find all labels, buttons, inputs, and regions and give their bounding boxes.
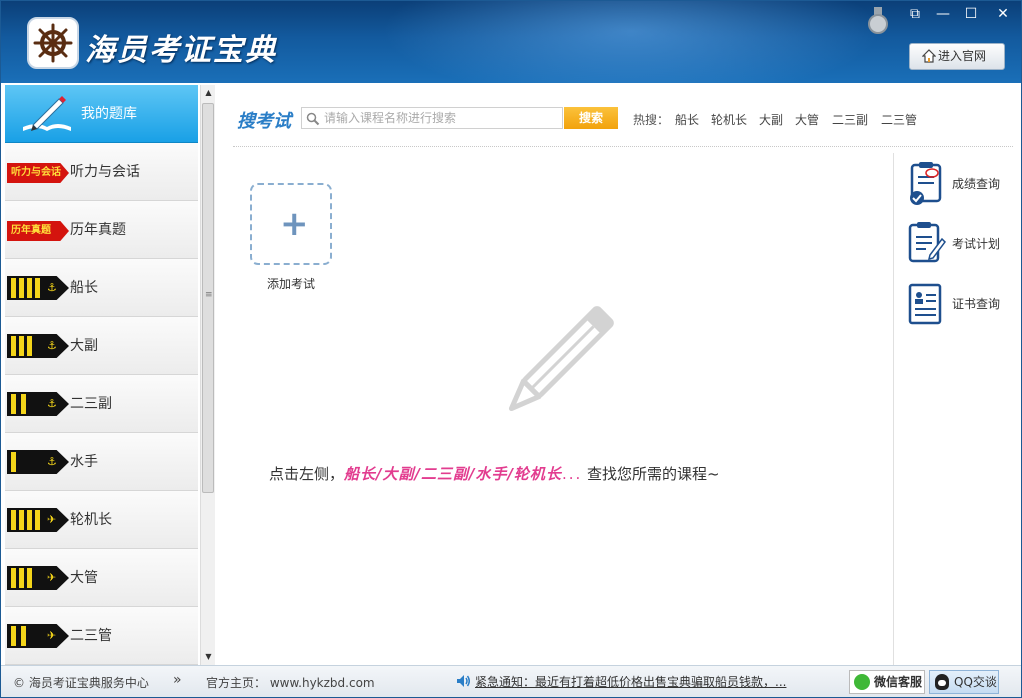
- app-title: 海员考证宝典: [85, 33, 277, 68]
- sidebar-item-label: 水手: [70, 454, 98, 470]
- visit-website-button[interactable]: 进入官网: [909, 43, 1005, 70]
- rank-2-stripes-anchor-icon: ⚓: [7, 392, 69, 416]
- sidebar-item-captain[interactable]: ⚓ 船长: [5, 259, 198, 317]
- add-exam-label: 添加考试: [267, 277, 316, 291]
- minimize-button[interactable]: —: [931, 5, 955, 23]
- plan-clipboard-icon: [908, 222, 946, 263]
- sidebar-item-chief-engineer[interactable]: ✈ 轮机长: [5, 491, 198, 549]
- speaker-icon: [457, 675, 470, 687]
- wechat-icon: [854, 674, 870, 690]
- rank-3-stripes-propeller-icon: ✈: [7, 566, 69, 590]
- hot-search-link[interactable]: 二三管: [881, 111, 917, 128]
- search-input[interactable]: [324, 109, 560, 127]
- hot-search-link[interactable]: 轮机长: [711, 111, 747, 128]
- scroll-up-arrow-icon[interactable]: ▲: [201, 85, 216, 101]
- certificate-icon: [908, 283, 942, 325]
- hint-suffix: 查找您所需的课程~: [587, 465, 720, 483]
- app-window: 海员考证宝典 ⧉ — ☐ ✕ 进入官网 我的题库 听力与会话 听力与会话 历年真…: [0, 0, 1022, 698]
- medal-icon[interactable]: [867, 7, 889, 35]
- exam-plan-button[interactable]: 考试计划: [908, 221, 1018, 269]
- hint-text: 点击左侧，船长/大副/二三副/水手/轮机长... 查找您所需的课程~: [269, 463, 720, 484]
- certificate-query-label: 证书查询: [952, 297, 1001, 311]
- maximize-button[interactable]: ☐: [959, 5, 983, 23]
- right-panel: 成绩查询 考试计划 证书查询: [893, 153, 1021, 665]
- grip-icon: ≡: [205, 290, 213, 300]
- hot-search-link[interactable]: 船长: [675, 111, 699, 128]
- sidebar-item-label: 船长: [70, 280, 98, 296]
- visit-website-label: 进入官网: [938, 49, 987, 63]
- homepage-link[interactable]: 官方主页： www.hykzbd.com: [206, 674, 375, 691]
- sidebar: 我的题库 听力与会话 听力与会话 历年真题 历年真题 ⚓ 船长 ⚓ 大副 ⚓ 二…: [5, 85, 198, 665]
- hot-search-link[interactable]: 大副: [759, 111, 783, 128]
- qq-icon: [935, 674, 949, 690]
- scroll-thumb[interactable]: ≡: [202, 103, 214, 493]
- home-icon: [922, 49, 936, 63]
- sidebar-item-label: 听力与会话: [70, 164, 140, 180]
- score-query-button[interactable]: 成绩查询: [908, 161, 1018, 209]
- wechat-label: 微信客服: [874, 675, 923, 689]
- wechat-support-button[interactable]: 微信客服: [849, 670, 925, 694]
- qq-label: QQ交谈: [954, 675, 997, 689]
- search-icon: [306, 112, 320, 126]
- qq-chat-button[interactable]: QQ交谈: [929, 670, 999, 694]
- sidebar-item-label: 轮机长: [70, 512, 112, 528]
- rank-3-stripes-anchor-icon: ⚓: [7, 334, 69, 358]
- sidebar-item-chief-officer[interactable]: ⚓ 大副: [5, 317, 198, 375]
- copyright-text: © 海员考证宝典服务中心: [13, 676, 149, 690]
- sidebar-item-label: 二三副: [70, 396, 112, 412]
- sidebar-item-sailor[interactable]: ⚓ 水手: [5, 433, 198, 491]
- rank-1-stripe-anchor-icon: ⚓: [7, 450, 69, 474]
- score-clipboard-icon: [910, 162, 942, 205]
- plus-icon: +: [280, 204, 309, 244]
- sidebar-item-label: 大管: [70, 570, 98, 586]
- score-query-label: 成绩查询: [952, 177, 1001, 191]
- hot-search-link[interactable]: 大管: [795, 111, 819, 128]
- chevron-right-icon[interactable]: »: [173, 672, 182, 688]
- rank-4-stripes-anchor-icon: ⚓: [7, 276, 69, 300]
- sidebar-item-my-question-bank[interactable]: 我的题库: [5, 85, 198, 143]
- sidebar-item-label: 历年真题: [70, 222, 126, 238]
- sidebar-item-past-exams[interactable]: 历年真题 历年真题: [5, 201, 198, 259]
- header-glow: [381, 1, 881, 83]
- main-content: 搜考试 搜索 热搜： 船长 轮机长 大副 大管 二三副 二三管 + 添加考试: [217, 85, 1021, 665]
- rank-4-stripes-propeller-icon: ✈: [7, 508, 69, 532]
- notice-link[interactable]: 紧急通知：最近有打着超低价格出售宝典骗取船员钱款，...: [475, 673, 786, 690]
- status-bar: © 海员考证宝典服务中心 » 官方主页： www.hykzbd.com 紧急通知…: [1, 665, 1021, 697]
- sidebar-item-label: 二三管: [70, 628, 112, 644]
- sidebar-item-third-engineer[interactable]: ✈ 二三管: [5, 607, 198, 665]
- sidebar-item-listening[interactable]: 听力与会话 听力与会话: [5, 143, 198, 201]
- book-pen-icon: [23, 96, 71, 131]
- divider: [233, 146, 1013, 147]
- sidebar-header-label: 我的题库: [81, 106, 137, 122]
- pencil-icon: [508, 306, 614, 412]
- close-button[interactable]: ✕: [991, 5, 1015, 23]
- ship-wheel-logo-icon: [27, 17, 79, 69]
- search-button[interactable]: 搜索: [564, 107, 618, 129]
- sidebar-item-second-third-officer[interactable]: ⚓ 二三副: [5, 375, 198, 433]
- search-box[interactable]: [301, 107, 563, 129]
- search-title: 搜考试: [237, 111, 291, 132]
- hot-search-link[interactable]: 二三副: [832, 111, 868, 128]
- rank-2-stripes-propeller-icon: ✈: [7, 624, 69, 648]
- add-exam-button[interactable]: +: [250, 183, 332, 265]
- scroll-down-arrow-icon[interactable]: ▼: [201, 649, 216, 665]
- hint-emphasis: 船长/大副/二三副/水手/轮机长: [344, 465, 562, 483]
- red-tag-icon: 听力与会话: [7, 163, 69, 183]
- hint-prefix: 点击左侧，: [269, 465, 345, 483]
- certificate-query-button[interactable]: 证书查询: [908, 281, 1018, 329]
- restore-window-button[interactable]: ⧉: [903, 5, 927, 23]
- exam-plan-label: 考试计划: [952, 237, 1001, 251]
- hint-dots: ...: [561, 465, 583, 483]
- hot-search-label: 热搜：: [633, 113, 670, 127]
- red-tag-icon: 历年真题: [7, 221, 69, 241]
- sidebar-scrollbar[interactable]: ▲ ≡ ▼: [200, 85, 215, 665]
- sidebar-item-label: 大副: [70, 338, 98, 354]
- sidebar-item-second-engineer[interactable]: ✈ 大管: [5, 549, 198, 607]
- title-bar: 海员考证宝典 ⧉ — ☐ ✕ 进入官网: [1, 1, 1021, 83]
